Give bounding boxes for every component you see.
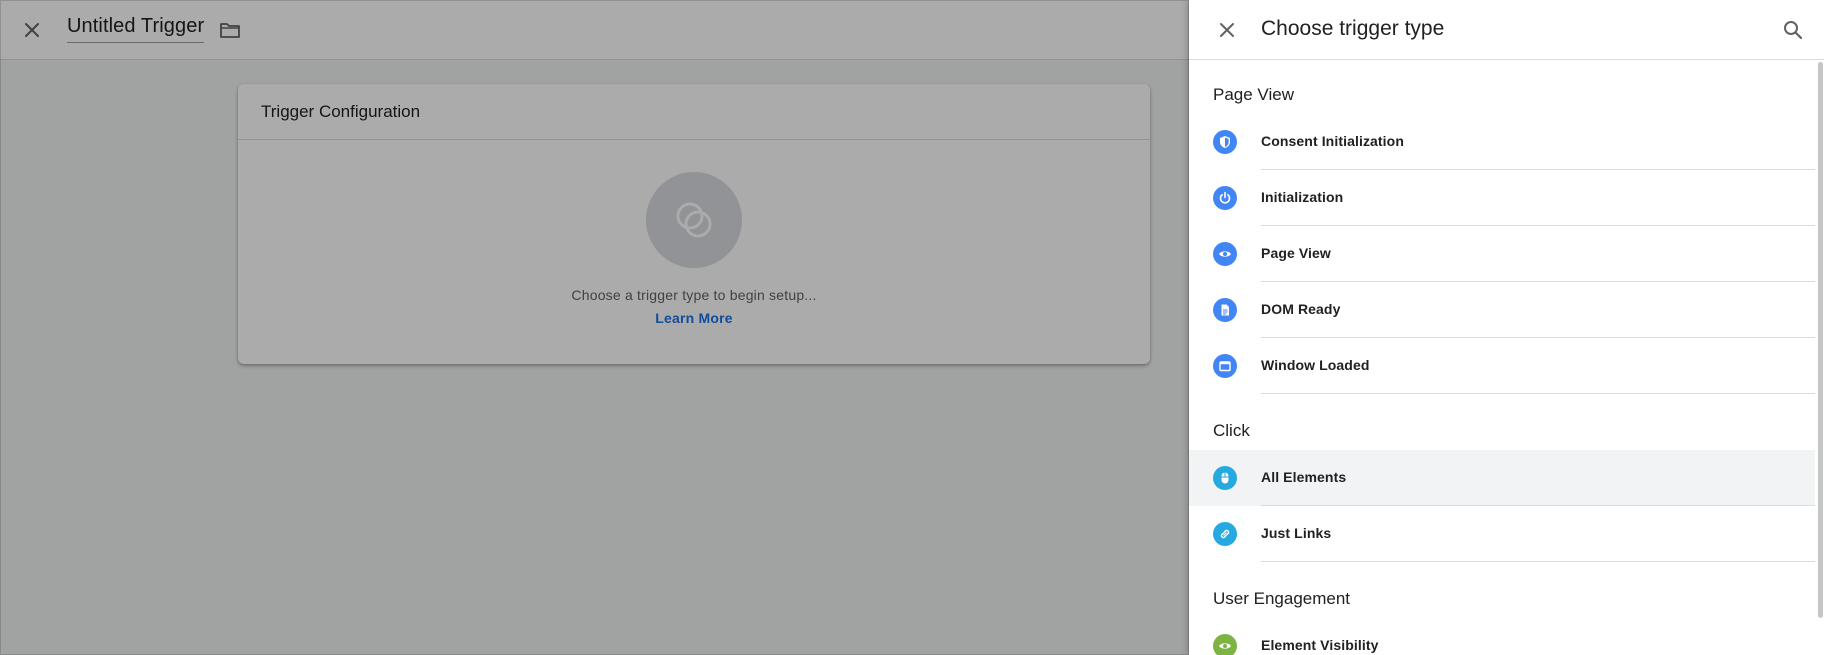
eye-icon [1213,242,1237,266]
power-icon [1213,186,1237,210]
trigger-type-window-loaded[interactable]: Window Loaded [1189,338,1815,394]
choose-trigger-type-panel: Choose trigger type Page View Consent In… [1189,0,1824,655]
trigger-type-label: Page View [1261,245,1331,261]
trigger-type-label: Window Loaded [1261,357,1370,373]
modal-scrim[interactable] [0,0,1189,655]
link-icon [1213,522,1237,546]
trigger-type-label: Just Links [1261,525,1332,541]
trigger-type-label: DOM Ready [1261,301,1341,317]
document-icon [1213,298,1237,322]
section-title-user-engagement: User Engagement [1213,589,1351,608]
trigger-type-label: All Elements [1261,469,1347,485]
trigger-type-label: Initialization [1261,189,1344,205]
close-icon[interactable] [1213,16,1241,44]
trigger-type-consent-initialization[interactable]: Consent Initialization [1189,114,1815,170]
trigger-editor: Untitled Trigger Trigger Configuration C… [0,0,1189,655]
search-icon[interactable] [1779,16,1807,44]
panel-title: Choose trigger type [1261,17,1445,40]
trigger-type-just-links[interactable]: Just Links [1189,506,1815,562]
divider [1261,393,1815,394]
trigger-type-page-view[interactable]: Page View [1189,226,1815,282]
panel-header: Choose trigger type [1189,0,1824,60]
trigger-type-list: Page View Consent Initialization Initial… [1189,60,1815,655]
trigger-type-element-visibility[interactable]: Element Visibility [1189,618,1815,655]
shield-icon [1213,130,1237,154]
trigger-type-initialization[interactable]: Initialization [1189,170,1815,226]
section-title-click: Click [1213,421,1250,440]
eye-icon [1213,634,1237,655]
trigger-type-label: Consent Initialization [1261,133,1404,149]
section-title-page-view: Page View [1213,85,1294,104]
trigger-type-dom-ready[interactable]: DOM Ready [1189,282,1815,338]
trigger-type-all-elements[interactable]: All Elements [1189,450,1815,506]
mouse-icon [1213,466,1237,490]
divider [1261,561,1815,562]
trigger-type-label: Element Visibility [1261,637,1379,653]
window-icon [1213,354,1237,378]
scrollbar-thumb[interactable] [1818,62,1823,618]
